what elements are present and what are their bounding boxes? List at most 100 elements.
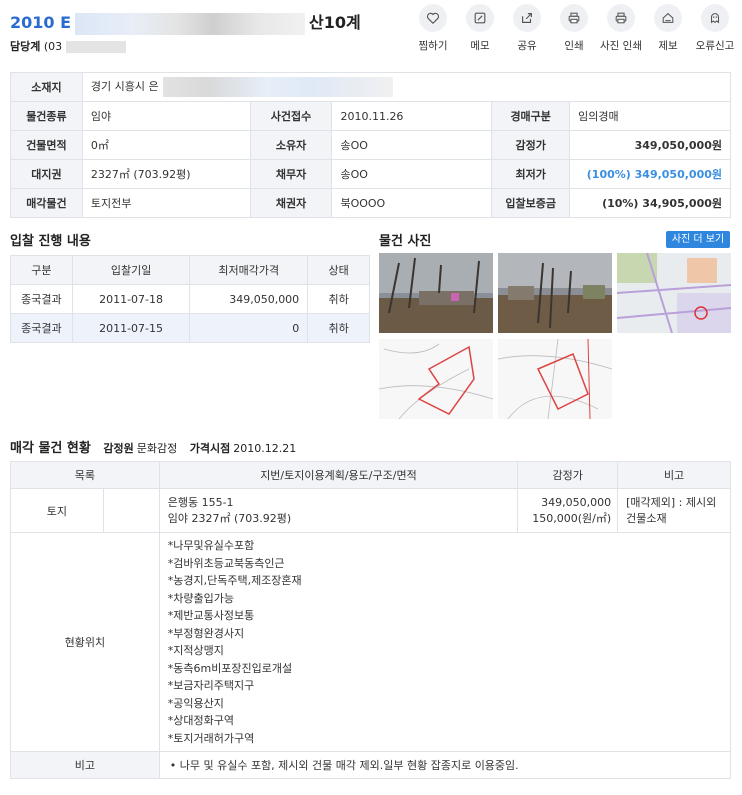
info-label: 최저가 <box>491 159 571 189</box>
list-item: *보금자리주택지구 <box>167 679 255 692</box>
memo-label: 메모 <box>470 40 490 52</box>
favorite-label: 찜하기 <box>418 40 448 52</box>
share-icon <box>522 13 532 23</box>
info-label: 매각물건 <box>10 188 83 218</box>
table-row: 대지권 2327㎡ (703.92평) 채무자 송OO 최저가 (100%) 3… <box>10 159 731 189</box>
bid-date: 2011-07-15 <box>71 313 191 343</box>
status-title: 매각 물건 현황 <box>10 441 91 456</box>
memo-icon <box>474 12 486 24</box>
status-section-title: 매각 물건 현황 감정원 문화감정 가격시점 2010.12.21 <box>10 437 302 456</box>
list-item: *검바위초등교북동측인근 <box>167 556 285 570</box>
list-item: *공익용산지 <box>167 696 224 710</box>
info-label: 채무자 <box>249 159 333 189</box>
redacted-block <box>66 41 127 53</box>
photos-section-title: 물건 사진 <box>379 234 432 249</box>
contact-label: 담당계 <box>10 40 41 53</box>
memo-button[interactable]: 메모 <box>457 4 503 53</box>
column-header: 구분 <box>10 255 73 285</box>
info-label: 대지권 <box>10 159 83 189</box>
print-label: 인쇄 <box>564 40 584 52</box>
column-header: 최저매각가격 <box>189 255 309 285</box>
location-text: 경기 시흥시 은 <box>90 80 159 93</box>
info-label: 소유자 <box>249 130 333 160</box>
bid-section-title: 입찰 진행 내용 <box>10 234 91 249</box>
favorite-button[interactable]: 찜하기 <box>410 4 456 53</box>
heart-icon <box>426 12 440 25</box>
info-label: 감정가 <box>491 130 571 160</box>
more-photos-button[interactable]: 사진 더 보기 <box>666 231 730 248</box>
report-label: 제보 <box>658 40 678 52</box>
column-header: 목록 <box>10 461 160 489</box>
land-area: 임야 2327㎡ (703.92평) <box>167 511 292 525</box>
info-value: 임야 <box>81 101 251 131</box>
price-date-value: 2010.12.21 <box>233 442 297 455</box>
error-report-icon <box>710 13 720 24</box>
land-type: 토지 <box>10 488 104 533</box>
redacted-block <box>75 12 306 35</box>
list-item: *농경지,단독주택,제조장혼재 <box>167 574 302 587</box>
bid-type: 종국결과 <box>10 284 73 314</box>
column-header: 비고 <box>617 461 731 489</box>
table-row: 매각물건 토지전부 채권자 북OOOO 입찰보증금 (10%) 34,905,0… <box>10 188 731 218</box>
location-label: 소재지 <box>10 72 83 102</box>
bid-history-table: 구분 입찰기일 최저매각가격 상태 종국결과 2011-07-18 349,05… <box>10 255 370 343</box>
column-header: 감정가 <box>517 461 619 489</box>
contact-value: (03 <box>43 40 63 53</box>
bid-status: 취하 <box>307 313 370 343</box>
bid-type: 종국결과 <box>10 313 73 343</box>
info-value: 0㎡ <box>81 130 251 160</box>
list-item: *토지거래허가구역 <box>167 731 255 745</box>
bid-deposit: (10%) 34,905,000원 <box>569 188 731 218</box>
share-button[interactable]: 공유 <box>504 4 550 53</box>
table-row: 건물면적 0㎡ 소유자 송OO 감정가 349,050,000원 <box>10 130 731 160</box>
action-toolbar: 찜하기 메모 공유 인쇄 사진 인쇄 제보 오류신고 <box>409 4 738 53</box>
table-row: 종국결과 2011-07-18 349,050,000 취하 <box>10 284 370 314</box>
info-value: 2327㎡ (703.92평) <box>81 159 251 189</box>
remark-text: 나무 및 유실수 포함, 제시외 건물 매각 제외.일부 현황 잡종지로 이용중… <box>170 757 722 773</box>
list-item: *제반교통사정보통 <box>167 609 255 622</box>
list-item: *상대정화구역 <box>167 714 234 727</box>
land-price: 349,050,000 150,000(원/㎡) <box>517 488 619 533</box>
contact-info: 담당계 (03 <box>10 38 127 54</box>
list-item: *동측6m비포장진입로개설 <box>167 661 293 675</box>
error-report-button[interactable]: 오류신고 <box>692 4 738 53</box>
report-button[interactable]: 제보 <box>645 4 691 53</box>
table-row: 현황위치 *나무및유실수포함 *검바위초등교북동측인근 *농경지,단독주택,제조장혼… <box>10 532 732 752</box>
table-row: 종국결과 2011-07-15 0 취하 <box>10 313 370 343</box>
land-address: 은행동 155-1 <box>167 495 234 509</box>
property-photo-1[interactable] <box>379 253 493 333</box>
info-value: 2010.11.26 <box>331 101 493 131</box>
table-row: 소재지 경기 시흥시 은 <box>10 72 732 102</box>
table-row: 물건종류 임야 사건접수 2010.11.26 경매구분 임의경매 <box>10 101 731 131</box>
case-number-prefix: 2010 E <box>10 13 72 32</box>
location-value: 경기 시흥시 은 <box>81 72 732 102</box>
info-label: 사건접수 <box>249 101 333 131</box>
sale-status-table: 목록 지번/토지이용계획/용도/구조/면적 감정가 비고 토지 은행동 155-… <box>10 461 732 779</box>
empty-cell <box>102 488 160 533</box>
location-status-list: *나무및유실수포함 *검바위초등교북동측인근 *농경지,단독주택,제조장혼재 *차량출… <box>158 532 732 752</box>
info-label: 물건종류 <box>10 101 83 131</box>
redacted-block <box>162 77 393 97</box>
info-label: 입찰보증금 <box>491 188 571 218</box>
print-icon <box>568 12 580 24</box>
print-button[interactable]: 인쇄 <box>551 4 597 53</box>
list-item: *지적상맹지 <box>167 644 224 657</box>
info-label: 채권자 <box>249 188 333 218</box>
property-photo-2[interactable] <box>498 253 612 333</box>
page-header: 2010 E 산10계 담당계 (03 찜하기 메모 공유 인쇄 사진 인쇄 제보 <box>0 0 742 58</box>
remark-label: 비고 <box>10 751 160 779</box>
minimum-price: (100%) 349,050,000원 <box>569 159 731 189</box>
property-info-table: 소재지 경기 시흥시 은 물건종류 임야 사건접수 2010.11.26 경매구… <box>10 72 732 218</box>
price-date-label: 가격시점 <box>189 442 231 455</box>
error-report-label: 오류신고 <box>695 40 735 52</box>
bid-price: 349,050,000 <box>189 284 309 314</box>
property-map-photo[interactable] <box>617 253 731 333</box>
case-number-suffix: 산10계 <box>309 13 361 32</box>
cadastral-map-1[interactable] <box>379 339 493 419</box>
info-label: 건물면적 <box>10 130 83 160</box>
table-header-row: 목록 지번/토지이용계획/용도/구조/면적 감정가 비고 <box>10 461 731 489</box>
cadastral-map-2[interactable] <box>498 339 612 419</box>
photo-print-button[interactable]: 사진 인쇄 <box>598 4 644 53</box>
info-label: 경매구분 <box>491 101 571 131</box>
location-items: *나무및유실수포함 *검바위초등교북동측인근 *농경지,단독주택,제조장혼재 *차량출… <box>168 537 722 747</box>
